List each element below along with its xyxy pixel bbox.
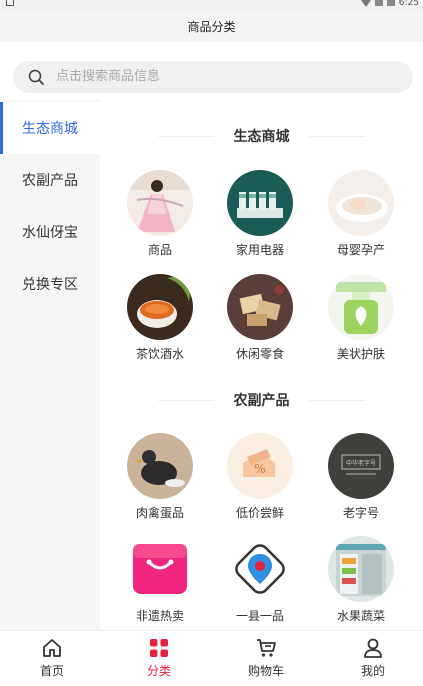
category-fruits-vegetables[interactable]: 水果蔬菜 bbox=[316, 536, 406, 624]
sidebar-item-label: 水仙伢宝 bbox=[22, 225, 78, 241]
category-beauty[interactable]: 美状护肤 bbox=[316, 274, 406, 362]
nav-bar: 商品分类 bbox=[0, 10, 423, 42]
category-label: 水果蔬菜 bbox=[336, 609, 385, 623]
section-title-agricultural: 农副产品 bbox=[100, 390, 423, 410]
sidebar-item-exchange[interactable]: 兑换专区 bbox=[0, 258, 100, 310]
tab-label: 分类 bbox=[146, 664, 171, 678]
goods-thumbnail bbox=[127, 170, 193, 236]
signal-icon bbox=[374, 0, 383, 6]
category-label: 美状护肤 bbox=[336, 347, 385, 361]
category-label: 茶饮酒水 bbox=[135, 347, 184, 361]
category-meat-poultry-eggs[interactable]: 肉禽蛋品 bbox=[115, 433, 205, 521]
search-icon bbox=[28, 69, 44, 85]
sidebar-item-label: 兑换专区 bbox=[22, 277, 78, 293]
tea-drinks-thumbnail bbox=[127, 274, 193, 340]
search-area: 点击搜索商品信息 bbox=[0, 42, 423, 100]
user-icon bbox=[364, 638, 382, 658]
meat-poultry-thumbnail bbox=[127, 433, 193, 499]
maternity-thumbnail bbox=[328, 170, 394, 236]
shopping-bag-icon bbox=[127, 536, 193, 602]
category-label: 家用电器 bbox=[235, 243, 284, 257]
home-appliances-thumbnail bbox=[227, 170, 293, 236]
wifi-icon bbox=[360, 0, 371, 7]
category-intangible-heritage[interactable]: 非遗热卖 bbox=[115, 536, 205, 624]
category-one-county-one-product[interactable]: 一县一品 bbox=[215, 536, 305, 624]
sidebar-item-shuixian[interactable]: 水仙伢宝 bbox=[0, 206, 100, 258]
category-label: 非遗热卖 bbox=[135, 609, 184, 623]
category-content: 生态商城 商品 家用电器 母婴孕产 茶饮酒水 休闲零食 美状护肤 农副产品 肉禽… bbox=[100, 100, 423, 630]
divider bbox=[158, 400, 214, 401]
section-title-ecology-mall: 生态商城 bbox=[100, 126, 423, 146]
status-indicators: 6:25 bbox=[360, 0, 419, 8]
tab-label: 我的 bbox=[360, 664, 385, 678]
category-label: 一县一品 bbox=[235, 609, 284, 623]
search-input[interactable]: 点击搜索商品信息 bbox=[56, 61, 396, 93]
svg-text:中华老字号: 中华老字号 bbox=[346, 459, 376, 467]
tab-home[interactable]: 首页 bbox=[12, 631, 92, 686]
cart-icon bbox=[257, 639, 276, 657]
category-snacks[interactable]: 休闲零食 bbox=[215, 274, 305, 362]
category-goods[interactable]: 商品 bbox=[115, 170, 205, 258]
category-label: 商品 bbox=[147, 243, 172, 257]
category-tea-drinks[interactable]: 茶饮酒水 bbox=[115, 274, 205, 362]
bottom-tab-bar: 首页 分类 购物车 我的 bbox=[0, 630, 423, 686]
tab-label: 购物车 bbox=[247, 664, 284, 678]
tab-cart[interactable]: 购物车 bbox=[226, 631, 306, 686]
tab-label: 首页 bbox=[39, 664, 64, 678]
tab-mine[interactable]: 我的 bbox=[333, 631, 413, 686]
svg-text:%: % bbox=[254, 462, 265, 476]
sidebar-item-label: 农副产品 bbox=[22, 173, 78, 189]
search-box[interactable]: 点击搜索商品信息 bbox=[13, 61, 413, 93]
status-bar: 6:25 bbox=[0, 0, 423, 10]
category-label: 低价尝鲜 bbox=[235, 506, 284, 520]
sidebar-item-label: 生态商城 bbox=[22, 121, 78, 137]
beauty-thumbnail bbox=[328, 274, 394, 340]
divider bbox=[309, 136, 365, 137]
sidebar-item-ecology-mall[interactable]: 生态商城 bbox=[0, 102, 100, 154]
divider bbox=[158, 136, 214, 137]
home-icon bbox=[43, 639, 61, 657]
category-home-appliances[interactable]: 家用电器 bbox=[215, 170, 305, 258]
category-icon bbox=[150, 639, 168, 657]
divider bbox=[309, 400, 365, 401]
status-time: 6:25 bbox=[398, 0, 419, 8]
laozihao-thumbnail: 中华老字号 bbox=[328, 433, 394, 499]
battery-icon bbox=[386, 0, 395, 6]
category-maternity[interactable]: 母婴孕产 bbox=[316, 170, 406, 258]
fruits-vegetables-thumbnail bbox=[328, 536, 394, 602]
category-cheap-taste[interactable]: % 低价尝鲜 bbox=[215, 433, 305, 521]
page-title: 商品分类 bbox=[187, 19, 236, 34]
category-label: 母婴孕产 bbox=[336, 243, 385, 257]
category-laozihao[interactable]: 中华老字号 老字号 bbox=[316, 433, 406, 521]
discount-thumbnail: % bbox=[227, 433, 293, 499]
battery-small-icon bbox=[6, 0, 14, 6]
sidebar-item-agricultural[interactable]: 农副产品 bbox=[0, 154, 100, 206]
category-label: 老字号 bbox=[342, 506, 379, 520]
tab-category[interactable]: 分类 bbox=[119, 631, 199, 686]
snacks-thumbnail bbox=[227, 274, 293, 340]
location-pin-icon bbox=[227, 536, 293, 602]
category-label: 休闲零食 bbox=[235, 347, 284, 361]
category-sidebar: 生态商城 农副产品 水仙伢宝 兑换专区 bbox=[0, 100, 100, 630]
category-label: 肉禽蛋品 bbox=[135, 506, 184, 520]
